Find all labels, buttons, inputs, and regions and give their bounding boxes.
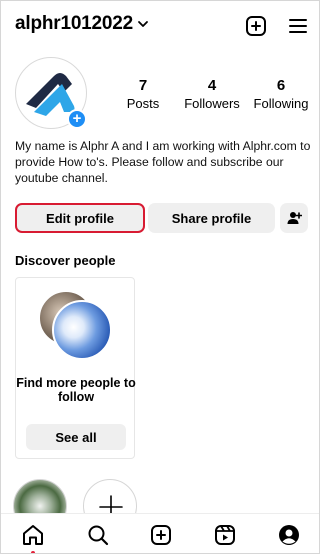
suggested-user-avatar xyxy=(52,300,112,360)
following-stat[interactable]: 6 Following xyxy=(251,77,311,111)
posts-label: Posts xyxy=(126,96,160,111)
posts-stat[interactable]: 7 Posts xyxy=(121,77,165,111)
reels-icon[interactable] xyxy=(213,523,237,547)
following-label: Following xyxy=(253,96,309,111)
profile-icon[interactable] xyxy=(277,523,301,547)
profile-screen: alphr1012022 + 7 Posts 4 Followers 6 Fol… xyxy=(0,0,320,554)
plus-square-icon[interactable] xyxy=(244,14,268,38)
search-icon[interactable] xyxy=(86,523,110,547)
chevron-down-icon xyxy=(138,21,148,27)
edit-profile-button[interactable]: Edit profile xyxy=(15,203,145,233)
home-icon[interactable] xyxy=(21,523,45,547)
followers-label: Followers xyxy=(184,96,240,111)
add-user-icon xyxy=(287,212,302,224)
bio: My name is Alphr A and I am working with… xyxy=(15,139,311,185)
discover-people-toggle-button[interactable] xyxy=(280,203,308,233)
bottom-nav xyxy=(1,513,319,553)
add-story-plus-icon[interactable]: + xyxy=(67,109,87,129)
discover-people-title: Discover people xyxy=(15,253,116,268)
followers-stat[interactable]: 4 Followers xyxy=(181,77,243,111)
discover-card: Find more people to follow See all xyxy=(15,277,136,459)
followers-count: 4 xyxy=(207,77,217,94)
posts-count: 7 xyxy=(138,77,148,94)
top-bar: alphr1012022 xyxy=(1,1,319,51)
account-switcher[interactable]: alphr1012022 xyxy=(15,13,149,35)
username: alphr1012022 xyxy=(15,13,134,34)
share-profile-button[interactable]: Share profile xyxy=(148,203,275,233)
discover-card-text: Find more people to follow xyxy=(16,376,136,404)
following-count: 6 xyxy=(276,77,286,94)
menu-icon[interactable] xyxy=(286,14,310,38)
create-icon[interactable] xyxy=(149,523,173,547)
see-all-button[interactable]: See all xyxy=(26,424,126,450)
